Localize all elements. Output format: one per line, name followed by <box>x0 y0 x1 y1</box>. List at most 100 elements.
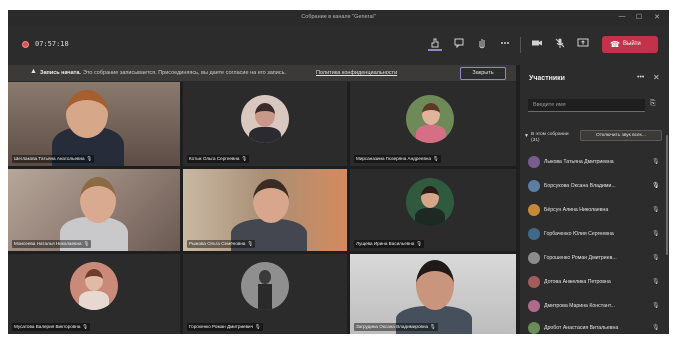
mic-off-icon: 🎙 <box>652 279 660 285</box>
participant-name: Загрудина Оксана Владимировна <box>356 324 429 329</box>
teams-meeting-window: Собрание в канале "General" — ☐ ✕ 07:57:… <box>8 10 669 334</box>
raise-hand-icon <box>479 39 485 49</box>
mic-off-icon: 🎙 <box>652 159 660 165</box>
participant-name: Дотова Анжелика Петровна <box>544 279 611 285</box>
panel-title: Участники <box>529 75 565 82</box>
participant-name: Горошенко Роман Дмитриев... <box>544 255 617 261</box>
section-label: В этом собрании (31) <box>531 132 569 143</box>
participant-list-item[interactable]: Бёрсун Алина Николаевна 🎙 <box>526 199 663 221</box>
mic-icon: 🎙 <box>82 324 89 329</box>
minimize-icon[interactable]: — <box>616 13 628 20</box>
participant-list-item[interactable]: Дотова Анжелика Петровна 🎙 <box>526 271 663 293</box>
recording-started-label: Запись начата. <box>40 70 81 76</box>
participant-list-item[interactable]: Дмитрова Марина Констант... 🎙 <box>526 295 663 317</box>
mic-icon: 🎙 <box>416 241 423 246</box>
camera-toggle-button[interactable] <box>530 37 544 51</box>
participant-name: Борсукова Оксана Владими... <box>544 183 616 189</box>
participant-video-tile[interactable]: Загрудина Оксана Владимировна 🎙 <box>350 254 516 334</box>
participant-list-item[interactable]: Горошенко Роман Дмитриев... 🎙 <box>526 247 663 269</box>
privacy-policy-link[interactable]: Политика конфиденциальности <box>316 70 397 76</box>
participant-name-tag: Мирсаназина Гюзеряна Андреевна 🎙 <box>354 155 441 163</box>
participant-video-tile[interactable]: Котык Ольга Сергеевна 🎙 <box>183 82 347 166</box>
participant-video-tile[interactable]: Мусатова Валерия Викторовна 🎙 <box>8 254 180 334</box>
share-tray-button[interactable] <box>428 37 442 51</box>
chevron-down-icon[interactable]: ▼ <box>524 133 529 139</box>
raise-hand-button[interactable] <box>475 37 489 51</box>
participant-avatar <box>406 178 454 226</box>
warning-icon: ▲ <box>30 68 37 75</box>
in-meeting-section[interactable]: ▼ В этом собрании (31) Отключить звук вс… <box>524 130 665 146</box>
person-face <box>80 177 116 223</box>
invite-search-input[interactable]: Введите имя <box>528 99 645 112</box>
participant-video-tile[interactable]: Моисеева Наталья Николаевна 🎙 <box>8 169 180 251</box>
participant-name: Горохенко Роман Дмитриевич <box>189 324 253 329</box>
avatar <box>528 228 540 240</box>
avatar <box>528 180 540 192</box>
participant-name: Дробот Анастасия Витальевна <box>544 325 619 331</box>
mic-off-icon: 🎙 <box>652 255 660 261</box>
participant-name: Дмитрова Марина Констант... <box>544 303 615 309</box>
more-actions-button[interactable] <box>498 37 512 51</box>
avatar <box>528 276 540 288</box>
dismiss-banner-button[interactable]: Закрыть <box>460 67 506 80</box>
mic-toggle-button[interactable] <box>553 37 567 51</box>
window-title: Собрание в канале "General" <box>301 14 376 20</box>
participant-name: Горбаченко Юлия Сергеевна <box>544 231 614 237</box>
meeting-toolbar: 07:57:18 ☎ Выйти <box>8 25 669 65</box>
chat-icon <box>454 38 464 49</box>
participant-list-item[interactable]: Дробот Анастасия Витальевна 🎙 <box>526 317 663 334</box>
participants-scrollbar[interactable] <box>666 135 668 255</box>
avatar <box>528 322 540 334</box>
meeting-timer: 07:57:18 <box>35 40 69 48</box>
mic-icon: 🎙 <box>652 183 660 189</box>
participant-avatar <box>70 262 118 310</box>
participant-video-tile[interactable]: Мирсаназина Гюзеряна Андреевна 🎙 <box>350 82 516 166</box>
toolbar-divider <box>520 37 521 53</box>
avatar <box>528 300 540 312</box>
participant-video-tile[interactable]: Лущева Ирина Васильевна 🎙 <box>350 169 516 251</box>
participant-video-tile[interactable]: Шеглакова Татьяна Анатольевна 🎙 <box>8 82 180 166</box>
participant-list-item[interactable]: Борсукова Оксана Владими... 🎙 <box>526 175 663 197</box>
person-face <box>253 179 289 223</box>
participant-name-tag: Шеглакова Татьяна Анатольевна 🎙 <box>12 155 95 163</box>
participant-name-tag: Горохенко Роман Дмитриевич 🎙 <box>187 323 263 331</box>
more-horizontal-icon <box>501 42 509 44</box>
person-face <box>66 90 108 138</box>
mic-off-icon <box>555 38 565 48</box>
hand-share-icon <box>431 38 439 48</box>
participant-list-item[interactable]: Горбаченко Юлия Сергеевна 🎙 <box>526 223 663 245</box>
chat-button[interactable] <box>452 37 466 51</box>
avatar <box>528 252 540 264</box>
camera-icon <box>532 40 542 46</box>
participant-name: Шеглакова Татьяна Анатольевна <box>14 156 85 161</box>
mute-all-button[interactable]: Отключить звук всех... <box>580 130 662 141</box>
participant-name-tag: Рыжова Ольга Семёновна 🎙 <box>187 240 256 248</box>
participant-name: Рыжова Ольга Семёновна <box>189 241 246 246</box>
share-screen-button[interactable] <box>576 37 590 51</box>
mic-off-icon: 🎙 <box>652 303 660 309</box>
share-screen-icon <box>577 38 589 47</box>
close-panel-icon[interactable]: ✕ <box>653 73 660 82</box>
participant-name-tag: Мусатова Валерия Викторовна 🎙 <box>12 323 91 331</box>
participant-name: Мусатова Валерия Викторовна <box>14 324 81 329</box>
leave-label: Выйти <box>623 41 641 47</box>
more-options-icon[interactable]: ••• <box>637 74 644 81</box>
maximize-icon[interactable]: ☐ <box>633 13 645 21</box>
participant-video-tile[interactable]: Рыжова Ольга Семёновна 🎙 <box>183 169 347 251</box>
participant-video-tile[interactable]: Горохенко Роман Дмитриевич 🎙 <box>183 254 347 334</box>
close-window-icon[interactable]: ✕ <box>651 13 663 21</box>
participant-name: Бёрсун Алина Николаевна <box>544 207 609 213</box>
leave-button[interactable]: ☎ Выйти <box>602 36 658 53</box>
mic-icon: 🎙 <box>247 241 254 246</box>
recording-banner: ▲ Запись начата. Это собрание записывает… <box>8 65 516 82</box>
participant-list-item[interactable]: Лыкова Татьяна Дмитриевна 🎙 <box>526 151 663 173</box>
participants-panel: Участники ••• ✕ Введите имя ⎘ ▼ В этом с… <box>520 65 669 334</box>
share-invite-icon[interactable]: ⎘ <box>650 100 656 108</box>
participant-name-tag: Котык Ольга Сергеевна 🎙 <box>187 155 250 163</box>
avatar <box>528 156 540 168</box>
participant-name: Лыкова Татьяна Дмитриевна <box>544 159 614 165</box>
participant-avatar <box>241 95 289 143</box>
mic-icon: 🎙 <box>430 324 436 329</box>
participant-avatar <box>241 262 289 310</box>
participant-name-tag: Загрудина Оксана Владимировна 🎙 <box>354 323 438 331</box>
